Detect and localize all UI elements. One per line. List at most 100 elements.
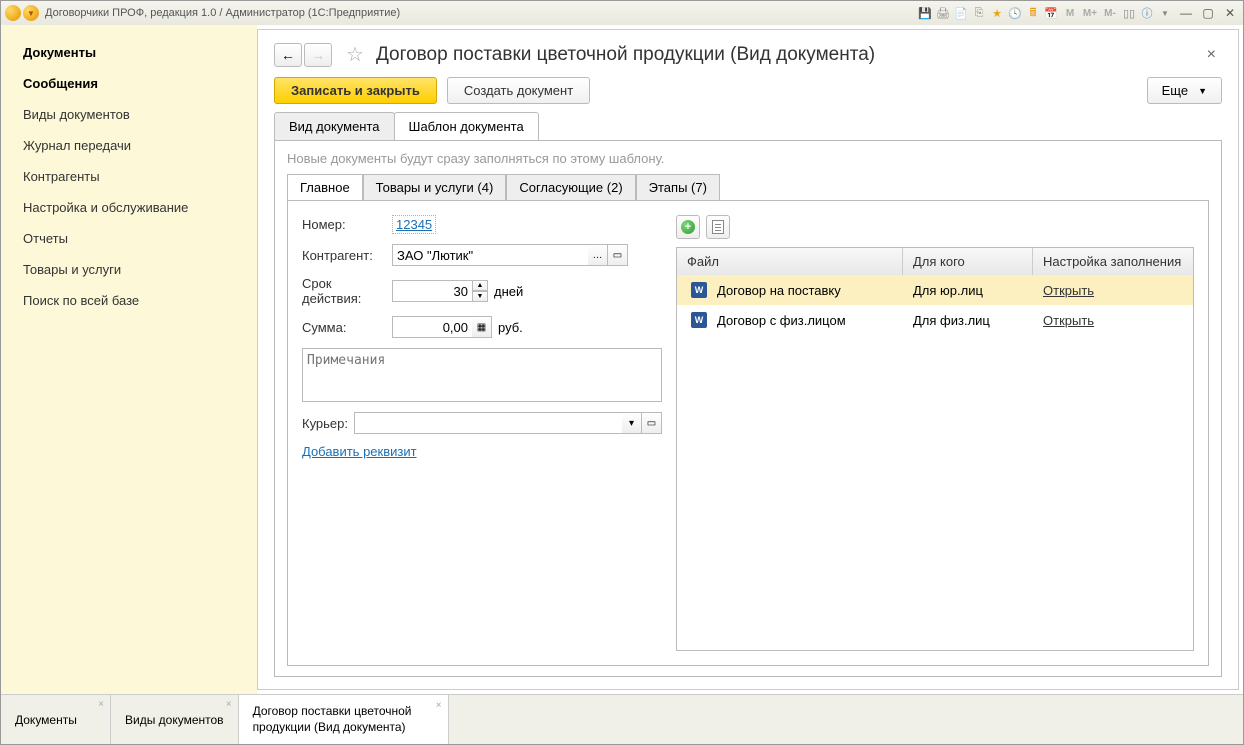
tab-goods-services[interactable]: Товары и услуги (4) (363, 174, 507, 201)
memory-m-button[interactable]: M (1061, 5, 1079, 21)
bottom-tab-label: Документы (15, 713, 77, 727)
titlebar: ▼ Договорчики ПРОФ, редакция 1.0 / Админ… (1, 1, 1243, 25)
courier-open-button[interactable]: ▭ (642, 412, 662, 434)
sidebar-item-messages[interactable]: Сообщения (1, 68, 257, 99)
plus-icon: + (681, 220, 695, 234)
main-area: Документы Сообщения Виды документов Журн… (1, 25, 1243, 694)
titlebar-toolbar: 💾 🖨 📄 ⎘ ★ 🕓 🖩 📅 M M+ M- ▯▯ ⓘ ▼ — ▢ ✕ (917, 5, 1239, 21)
nav-back-button[interactable]: ← (274, 43, 302, 67)
tab-main[interactable]: Главное (287, 174, 363, 201)
close-panel-button[interactable]: × (1201, 44, 1222, 66)
document-icon (712, 220, 724, 234)
print-icon[interactable]: 🖨 (935, 5, 951, 21)
window-title: Договорчики ПРОФ, редакция 1.0 / Админис… (45, 7, 917, 19)
notes-textarea[interactable] (302, 348, 662, 402)
minimize-button[interactable]: — (1177, 5, 1195, 21)
sidebar: Документы Сообщения Виды документов Журн… (1, 25, 257, 694)
open-link[interactable]: Открыть (1043, 283, 1094, 298)
favorite-star-icon[interactable]: ☆ (346, 42, 364, 67)
content-panel: ← → ☆ Договор поставки цветочной продукц… (257, 29, 1239, 690)
duration-down-button[interactable]: ▼ (472, 291, 488, 302)
calculator-icon[interactable]: 🖩 (1025, 5, 1041, 21)
duration-input[interactable] (392, 280, 472, 302)
history-icon[interactable]: 🕓 (1007, 5, 1023, 21)
more-label: Еще (1162, 83, 1188, 98)
open-link[interactable]: Открыть (1043, 313, 1094, 328)
favorite-icon[interactable]: ★ (989, 5, 1005, 21)
app-logo-icon (5, 5, 21, 21)
app-window: ▼ Договорчики ПРОФ, редакция 1.0 / Админ… (0, 0, 1244, 745)
th-setting[interactable]: Настройка заполнения (1033, 248, 1193, 275)
maximize-button[interactable]: ▢ (1199, 5, 1217, 21)
courier-input[interactable] (354, 412, 622, 434)
table-body: WДоговор на поставку Для юр.лиц Открыть … (677, 275, 1193, 650)
bottom-tab-current[interactable]: Договор поставки цветочной продукции (Ви… (239, 695, 449, 744)
counterparty-select-button[interactable]: … (588, 244, 608, 266)
nav-forward-button[interactable]: → (304, 43, 332, 67)
counterparty-input[interactable] (392, 244, 588, 266)
files-table: Файл Для кого Настройка заполнения WДого… (676, 247, 1194, 651)
sidebar-item-reports[interactable]: Отчеты (1, 223, 257, 254)
save-close-button[interactable]: Записать и закрыть (274, 77, 437, 104)
tab-approvers[interactable]: Согласующие (2) (506, 174, 635, 201)
save-icon[interactable]: 💾 (917, 5, 933, 21)
sidebar-item-goods[interactable]: Товары и услуги (1, 254, 257, 285)
inner-tabs: Главное Товары и услуги (4) Согласующие … (287, 174, 1209, 201)
file-who: Для юр.лиц (903, 281, 1033, 300)
duration-unit: дней (494, 284, 523, 299)
counterparty-open-button[interactable]: ▭ (608, 244, 628, 266)
create-document-button[interactable]: Создать документ (447, 77, 590, 104)
app-menu-dropdown[interactable]: ▼ (23, 5, 39, 21)
memory-mminus-button[interactable]: M- (1101, 5, 1119, 21)
sidebar-item-doc-types[interactable]: Виды документов (1, 99, 257, 130)
sidebar-item-settings[interactable]: Настройка и обслуживание (1, 192, 257, 223)
number-value[interactable]: 12345 (392, 215, 436, 234)
tab-stages[interactable]: Этапы (7) (636, 174, 720, 201)
sum-input[interactable] (392, 316, 472, 338)
duration-up-button[interactable]: ▲ (472, 280, 488, 291)
more-button[interactable]: Еще ▼ (1147, 77, 1222, 104)
sidebar-item-counterparties[interactable]: Контрагенты (1, 161, 257, 192)
sum-label: Сумма: (302, 320, 392, 335)
view-file-button[interactable] (706, 215, 730, 239)
tab-document-type[interactable]: Вид документа (274, 112, 395, 140)
outer-tabs: Вид документа Шаблон документа (274, 112, 1222, 140)
template-panel: Новые документы будут сразу заполняться … (274, 140, 1222, 677)
th-file[interactable]: Файл (677, 248, 903, 275)
close-tab-icon[interactable]: × (226, 699, 232, 710)
bottom-tab-doc-types[interactable]: Виды документов × (111, 695, 239, 744)
sidebar-item-transfer-log[interactable]: Журнал передачи (1, 130, 257, 161)
sidebar-item-search[interactable]: Поиск по всей базе (1, 285, 257, 316)
hint-text: Новые документы будут сразу заполняться … (287, 151, 1209, 166)
bottom-tab-label: Договор поставки цветочной продукции (Ви… (253, 704, 434, 735)
duration-spinner: ▲ ▼ (472, 280, 488, 302)
form-left: Номер: 12345 Контрагент: … ▭ Срок действ… (302, 215, 662, 651)
document-icon[interactable]: 📄 (953, 5, 969, 21)
chevron-down-icon: ▼ (1198, 86, 1207, 96)
sum-calc-button[interactable]: ▦ (472, 316, 492, 338)
add-attribute-link[interactable]: Добавить реквизит (302, 444, 662, 459)
close-window-button[interactable]: ✕ (1221, 5, 1239, 21)
tab-document-template[interactable]: Шаблон документа (394, 112, 539, 140)
file-name: Договор на поставку (717, 283, 841, 298)
content-header: ← → ☆ Договор поставки цветочной продукц… (274, 42, 1222, 67)
sum-unit: руб. (498, 320, 523, 335)
bottom-tab-documents[interactable]: Документы × (1, 695, 111, 744)
info-icon[interactable]: ⓘ (1139, 5, 1155, 21)
add-file-button[interactable]: + (676, 215, 700, 239)
close-tab-icon[interactable]: × (436, 699, 442, 712)
compare-icon[interactable]: ⎘ (971, 5, 987, 21)
th-who[interactable]: Для кого (903, 248, 1033, 275)
courier-dropdown-button[interactable]: ▾ (622, 412, 642, 434)
info-dropdown-icon[interactable]: ▼ (1157, 5, 1173, 21)
table-row[interactable]: WДоговор на поставку Для юр.лиц Открыть (677, 275, 1193, 305)
file-name: Договор с физ.лицом (717, 313, 846, 328)
calendar-icon[interactable]: 📅 (1043, 5, 1059, 21)
main-tab-panel: Номер: 12345 Контрагент: … ▭ Срок действ… (287, 200, 1209, 666)
memory-mplus-button[interactable]: M+ (1081, 5, 1099, 21)
close-tab-icon[interactable]: × (98, 699, 104, 710)
panels-icon[interactable]: ▯▯ (1121, 5, 1137, 21)
sidebar-item-documents[interactable]: Документы (1, 37, 257, 68)
table-row[interactable]: WДоговор с физ.лицом Для физ.лиц Открыть (677, 305, 1193, 335)
number-label: Номер: (302, 217, 392, 232)
